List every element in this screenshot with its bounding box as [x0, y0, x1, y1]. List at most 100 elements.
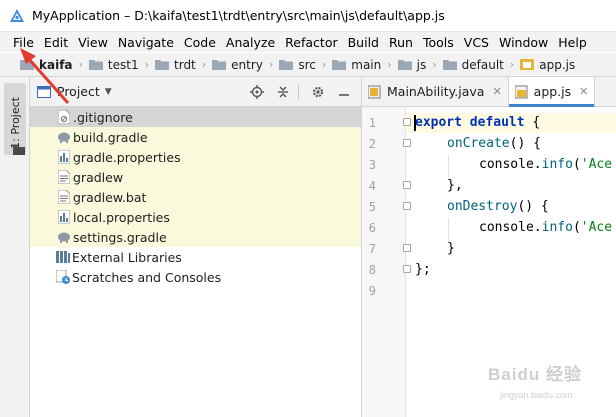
tree-item-label: Scratches and Consoles — [72, 269, 222, 285]
folder-icon — [442, 60, 457, 70]
tree-item-build-gradle[interactable]: build.gradle — [30, 127, 361, 147]
code-line-7: } — [447, 241, 455, 256]
window-title: MyApplication – D:\kaifa\test1\trdt\entr… — [32, 8, 445, 23]
tab-app-js[interactable]: app.js ✕ — [508, 77, 596, 107]
code-string: 'Ace — [580, 157, 613, 172]
properties-file-icon — [57, 150, 71, 164]
tree-item-label: gradlew.bat — [73, 189, 147, 205]
close-icon[interactable]: ✕ — [492, 85, 501, 98]
menu-navigate[interactable]: Navigate — [113, 35, 179, 50]
breadcrumb-item-kaifa[interactable]: kaifa — [20, 58, 73, 72]
library-icon — [56, 250, 70, 264]
line-number: 5 — [368, 200, 376, 214]
close-icon[interactable]: ✕ — [579, 85, 588, 98]
indent-guide — [448, 218, 449, 242]
fold-marker-icon[interactable] — [403, 265, 411, 273]
code-function: onCreate — [447, 136, 510, 151]
menu-refactor[interactable]: Refactor — [280, 35, 342, 50]
line-number: 8 — [368, 263, 376, 277]
baidu-watermark-url: jingyan.baidu.com — [500, 390, 573, 400]
project-panel: Project ▼ .gitignore build.gradle gradle… — [30, 77, 362, 417]
folder-icon — [155, 60, 170, 70]
code-function: info — [541, 220, 573, 235]
breadcrumb-item-entry[interactable]: entry — [212, 58, 263, 72]
menu-tools[interactable]: Tools — [418, 35, 459, 50]
editor-gutter — [362, 107, 406, 417]
code-text: () { — [517, 199, 549, 214]
menu-analyze[interactable]: Analyze — [221, 35, 280, 50]
tree-item-gitignore[interactable]: .gitignore — [30, 107, 361, 127]
code-line-5: onDestroy() { — [447, 199, 549, 214]
tree-item-gradlew-bat[interactable]: gradlew.bat — [30, 187, 361, 207]
fold-marker-icon[interactable] — [403, 139, 411, 147]
code-function: onDestroy — [447, 199, 518, 214]
breadcrumb-label: default — [461, 57, 504, 72]
fold-marker-icon[interactable] — [403, 202, 411, 210]
text-file-icon — [57, 190, 71, 204]
breadcrumb: kaifa › test1 › trdt › entry › src › mai… — [0, 53, 616, 77]
breadcrumb-item-app-js[interactable]: app.js — [520, 58, 575, 72]
line-number: 1 — [368, 116, 376, 130]
menu-edit[interactable]: Edit — [39, 35, 73, 50]
tree-item-gradlew[interactable]: gradlew — [30, 167, 361, 187]
breadcrumb-item-default[interactable]: default — [442, 57, 504, 72]
project-tool-tab[interactable]: 1: Project — [4, 83, 26, 155]
tab-mainability-java[interactable]: MainAbility.java ✕ — [362, 77, 509, 106]
breadcrumb-item-trdt[interactable]: trdt — [155, 58, 196, 72]
project-tool-tab-label: 1: Project — [9, 97, 22, 149]
menu-view[interactable]: View — [73, 35, 113, 50]
tree-item-settings-gradle[interactable]: settings.gradle — [30, 227, 361, 247]
breadcrumb-label: test1 — [107, 57, 139, 72]
tree-item-label: gradle.properties — [73, 149, 181, 165]
baidu-watermark: Baidu 经验 — [488, 365, 582, 384]
chevron-right-icon: › — [144, 58, 150, 71]
project-view-selector[interactable]: Project ▼ — [37, 84, 112, 99]
breadcrumb-label: src — [298, 57, 316, 72]
menu-bar: File Edit View Navigate Code Analyze Ref… — [0, 32, 616, 52]
code-text: }, — [447, 178, 463, 193]
tab-label: MainAbility.java — [387, 84, 485, 99]
line-number: 4 — [368, 179, 376, 193]
breadcrumb-item-js[interactable]: js — [397, 57, 427, 72]
tree-item-external-libraries[interactable]: External Libraries — [30, 247, 361, 267]
gradle-elephant-icon — [57, 130, 71, 144]
code-text: { — [524, 115, 541, 130]
hide-panel-icon[interactable] — [333, 81, 355, 103]
menu-help[interactable]: Help — [553, 35, 592, 50]
code-text: console. — [479, 220, 542, 235]
code-text: () { — [509, 136, 541, 151]
text-file-icon — [57, 170, 71, 184]
fold-marker-icon[interactable] — [403, 244, 411, 252]
menu-window[interactable]: Window — [494, 35, 553, 50]
folder-icon — [397, 60, 412, 70]
indent-guide — [448, 155, 449, 179]
fold-marker-icon[interactable] — [403, 181, 411, 189]
menu-file[interactable]: File — [0, 35, 39, 50]
chevron-right-icon: › — [387, 58, 392, 71]
toolbar-divider — [298, 84, 299, 100]
scratches-icon — [56, 270, 70, 284]
menu-vcs[interactable]: VCS — [459, 35, 494, 50]
collapse-all-icon[interactable] — [272, 81, 294, 103]
menu-build[interactable]: Build — [343, 35, 384, 50]
breadcrumb-item-main[interactable]: main — [332, 58, 381, 72]
fold-marker-icon[interactable] — [403, 118, 411, 126]
tree-item-label: build.gradle — [73, 129, 148, 145]
code-function: info — [541, 157, 573, 172]
breadcrumb-item-src[interactable]: src — [279, 58, 316, 72]
project-tree: .gitignore build.gradle gradle.propertie… — [30, 107, 361, 287]
breadcrumb-item-test1[interactable]: test1 — [88, 57, 139, 72]
gear-icon[interactable] — [307, 81, 329, 103]
breadcrumb-label: js — [416, 57, 427, 72]
chevron-down-icon: ▼ — [104, 86, 112, 97]
locate-file-icon[interactable] — [246, 81, 268, 103]
code-line-4: }, — [447, 178, 463, 193]
project-panel-title: Project — [57, 84, 100, 99]
chevron-right-icon: › — [432, 58, 437, 71]
menu-run[interactable]: Run — [384, 35, 418, 50]
menu-code[interactable]: Code — [179, 35, 221, 50]
tree-item-scratches-and-consoles[interactable]: Scratches and Consoles — [30, 267, 361, 287]
tree-item-gradle-properties[interactable]: gradle.properties — [30, 147, 361, 167]
tree-item-local-properties[interactable]: local.properties — [30, 207, 361, 227]
code-line-3: console.info('Ace — [479, 157, 612, 172]
